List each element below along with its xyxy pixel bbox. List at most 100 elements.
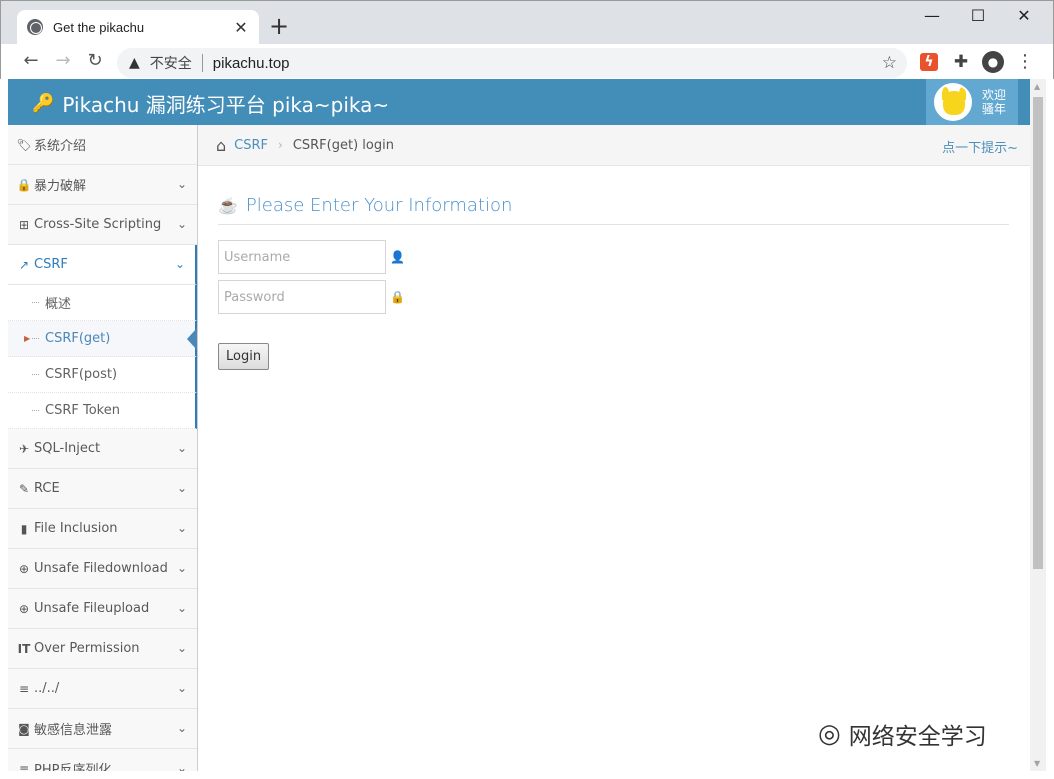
scrollbar[interactable]: ▲ ▼	[1030, 79, 1046, 771]
breadcrumb-current: CSRF(get) login	[292, 137, 394, 153]
breadcrumb-link[interactable]: CSRF	[234, 138, 268, 153]
sidebar-item-php-unserialize[interactable]: ≡ PHP反序列化 ⌄	[8, 749, 197, 771]
url-text[interactable]: pikachu.top	[213, 55, 882, 72]
chevron-right-icon: ›	[278, 138, 283, 152]
download-icon: ⊕	[18, 561, 30, 576]
chevron-down-icon: ⌄	[176, 521, 187, 535]
close-tab-icon[interactable]: ✕	[233, 18, 249, 37]
pencil-icon: ✎	[18, 481, 30, 496]
warning-icon[interactable]: ▲	[129, 55, 140, 71]
sidebar-item-csrf[interactable]: ↗ CSRF ⌄	[8, 245, 197, 285]
sidebar-item-label: 敏感信息泄露	[34, 723, 113, 738]
browser-tab[interactable]: Get the pikachu ✕	[17, 10, 259, 44]
form-title-text: Please Enter Your Information	[245, 195, 513, 216]
chevron-down-icon: ⌄	[176, 761, 187, 771]
chevron-down-icon: ⌄	[176, 681, 187, 695]
extension-icon[interactable]: ϟ	[920, 53, 938, 71]
brand[interactable]: 🔑 Pikachu 漏洞练习平台 pika~pika~	[32, 89, 389, 118]
lock-icon: 🔒	[390, 290, 405, 304]
chevron-down-icon: ⌄	[176, 217, 187, 231]
chevron-down-icon: ⌄	[176, 561, 187, 575]
menu-dots-icon[interactable]: ⋮	[1016, 53, 1034, 71]
sidebar-subitem-csrf-get[interactable]: ▶ CSRF(get)	[8, 321, 197, 357]
sidebar-item-intro[interactable]: 🏷 系统介绍	[8, 125, 197, 165]
sidebar-subitem-label: CSRF(post)	[45, 367, 118, 382]
sidebar-subitem-overview[interactable]: 概述	[8, 285, 197, 321]
user-icon: 👤	[390, 250, 405, 264]
sidebar-item-sql-inject[interactable]: ✈ SQL-Inject ⌄	[8, 429, 197, 469]
scroll-thumb[interactable]	[1033, 97, 1043, 569]
puzzle-icon[interactable]: ✚	[952, 53, 970, 71]
file-icon: ▮	[20, 521, 28, 536]
tab-title: Get the pikachu	[53, 19, 145, 35]
user-menu[interactable]: 欢迎 骚年	[926, 79, 1018, 125]
forward-arrow-icon[interactable]: →	[51, 50, 75, 71]
welcome-text: 欢迎	[982, 88, 1007, 102]
sidebar-item-dir-traversal[interactable]: ≡ ../../ ⌄	[8, 669, 197, 709]
plane-icon: ✈	[18, 441, 30, 456]
sidebar-subitem-label: CSRF Token	[45, 403, 120, 418]
sidebar-item-rce[interactable]: ✎ RCE ⌄	[8, 469, 197, 509]
lock-icon: 🔒	[16, 177, 32, 192]
coffee-icon: ☕	[218, 196, 238, 215]
reload-icon[interactable]: ↻	[83, 50, 107, 71]
sidebar-subitem-csrf-post[interactable]: CSRF(post)	[8, 357, 197, 393]
sidebar-item-file-inclusion[interactable]: ▮ File Inclusion ⌄	[8, 509, 197, 549]
main-content: ⌂ CSRF › CSRF(get) login 点一下提示~ ☕ Please…	[198, 125, 1030, 771]
minimize-button[interactable]: —	[917, 6, 947, 25]
browser-toolbar: ← → ↻ ▲ 不安全 pikachu.top ☆ ϟ ✚ ● ⋮	[1, 44, 1053, 80]
sidebar-item-label: 系统介绍	[34, 139, 87, 154]
align-left-icon: ≡	[18, 761, 30, 772]
sidebar-subitem-csrf-token[interactable]: CSRF Token	[8, 393, 197, 429]
username-input[interactable]	[218, 240, 386, 274]
back-arrow-icon[interactable]: ←	[19, 50, 43, 71]
globe-icon	[27, 19, 43, 35]
sidebar-item-label: PHP反序列化	[34, 763, 112, 771]
sidebar-subitem-label: 概述	[45, 297, 72, 312]
sidebar: 🏷 系统介绍 🔒 暴力破解 ⌄ ⊞ Cross-Site Scripting ⌄…	[8, 125, 198, 771]
maximize-button[interactable]: ☐	[963, 6, 993, 25]
close-window-button[interactable]: ✕	[1009, 6, 1039, 25]
sidebar-item-unsafe-filedownload[interactable]: ⊕ Unsafe Filedownload ⌄	[8, 549, 197, 589]
form-title: ☕ Please Enter Your Information	[218, 195, 1009, 225]
caret-right-icon: ▶	[24, 334, 31, 343]
text-width-icon: IT	[17, 641, 31, 656]
key-icon: 🔑	[32, 93, 55, 114]
sitemap-icon: ⊞	[18, 217, 30, 232]
sidebar-item-label: Over Permission	[34, 641, 140, 656]
sidebar-item-label: ../../	[34, 681, 60, 696]
profile-icon[interactable]: ●	[982, 51, 1004, 73]
chevron-down-icon: ⌄	[176, 601, 187, 615]
bookmark-star-icon[interactable]: ☆	[882, 53, 897, 73]
new-tab-button[interactable]: +	[269, 13, 289, 39]
sidebar-item-label: Unsafe Filedownload	[34, 561, 168, 576]
scroll-up-arrow-icon[interactable]: ▲	[1034, 82, 1040, 91]
address-bar[interactable]: ▲ 不安全 pikachu.top ☆	[117, 48, 907, 78]
welcome-subtext: 骚年	[982, 102, 1007, 116]
sidebar-item-info-leak[interactable]: ◙ 敏感信息泄露 ⌄	[8, 709, 197, 749]
sidebar-item-label: CSRF	[34, 257, 68, 272]
sidebar-item-bruteforce[interactable]: 🔒 暴力破解 ⌄	[8, 165, 197, 205]
top-navbar: 🔑 Pikachu 漏洞练习平台 pika~pika~ 欢迎 骚年	[8, 79, 1030, 125]
sidebar-item-xss[interactable]: ⊞ Cross-Site Scripting ⌄	[8, 205, 197, 245]
wechat-icon: ◎	[818, 719, 841, 749]
chevron-down-icon: ⌄	[176, 481, 187, 495]
login-button[interactable]: Login	[218, 343, 270, 370]
watermark-text: 网络安全学习	[848, 724, 987, 750]
scroll-down-arrow-icon[interactable]: ▼	[1034, 759, 1040, 768]
browser-chrome: Get the pikachu ✕ + — ☐ ✕ ← → ↻ ▲ 不安全 pi…	[0, 0, 1054, 80]
sidebar-item-over-permission[interactable]: IT Over Permission ⌄	[8, 629, 197, 669]
sidebar-item-unsafe-fileupload[interactable]: ⊕ Unsafe Fileupload ⌄	[8, 589, 197, 629]
align-left-icon: ≡	[18, 681, 30, 696]
security-label[interactable]: 不安全	[150, 53, 192, 73]
hint-link[interactable]: 点一下提示~	[942, 137, 1018, 156]
sidebar-item-label: 暴力破解	[34, 179, 87, 194]
chevron-down-icon: ⌄	[176, 441, 187, 455]
password-input[interactable]	[218, 280, 386, 314]
chevron-down-icon: ⌄	[176, 177, 187, 191]
sidebar-subitem-label: CSRF(get)	[45, 331, 111, 346]
home-icon[interactable]: ⌂	[216, 136, 226, 155]
upload-icon: ⊕	[18, 601, 30, 616]
sidebar-item-label: Cross-Site Scripting	[34, 217, 162, 232]
camera-icon: ◙	[18, 721, 30, 736]
